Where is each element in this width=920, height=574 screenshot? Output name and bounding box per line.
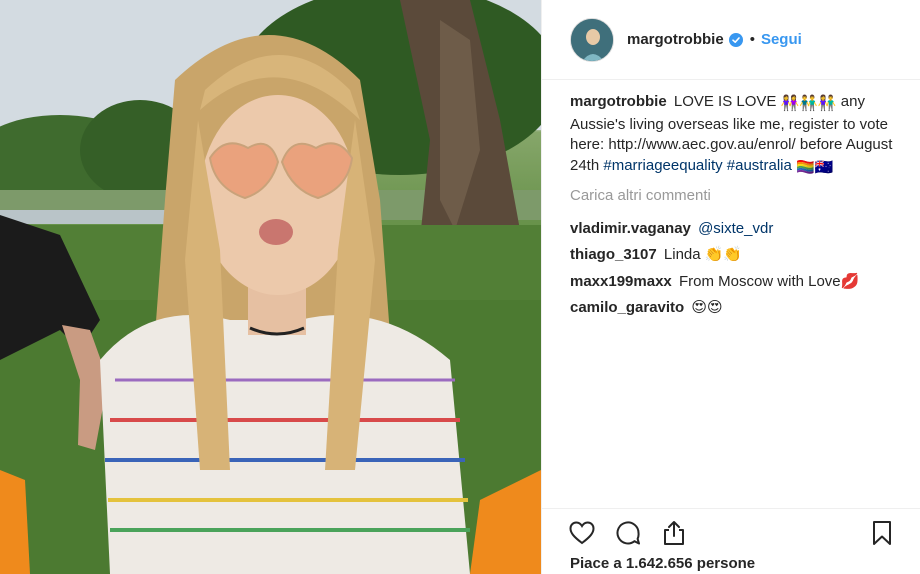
- comment-item: thiago_3107 Linda 👏👏: [570, 245, 900, 266]
- post-header: margotrobbie • Segui: [542, 0, 920, 80]
- comments-section: margotrobbie LOVE IS LOVE 👭👬👫 any Aussie…: [570, 92, 900, 325]
- like-button[interactable]: [568, 519, 596, 547]
- hashtag-link[interactable]: #australia: [727, 157, 792, 174]
- instagram-post: margotrobbie • Segui margotrobbie LOVE I…: [0, 0, 920, 574]
- likes-count[interactable]: Piace a 1.642.656 persone: [570, 555, 755, 572]
- bookmark-icon: [873, 521, 891, 545]
- comment-text: Linda 👏👏: [663, 246, 743, 263]
- post-side-panel: margotrobbie • Segui margotrobbie LOVE I…: [541, 0, 920, 574]
- post-photo[interactable]: [0, 0, 541, 574]
- photo-illustration: [0, 0, 541, 574]
- caption-emoji-couples: 👭👬👫: [780, 95, 837, 112]
- avatar[interactable]: [570, 17, 614, 62]
- avatar-image: [571, 18, 613, 61]
- hashtag-link[interactable]: #marriageequality: [603, 157, 722, 174]
- follow-button[interactable]: Segui: [761, 31, 802, 48]
- header-username[interactable]: margotrobbie: [627, 31, 724, 48]
- comment-item: camilo_garavito 😍😍: [570, 298, 900, 319]
- header-separator: •: [749, 31, 755, 48]
- comment-username[interactable]: maxx199maxx: [570, 273, 672, 290]
- verified-badge-icon: [728, 32, 743, 47]
- save-button[interactable]: [868, 519, 896, 547]
- caption-username[interactable]: margotrobbie: [570, 93, 667, 110]
- post-actions-bar: [542, 508, 920, 556]
- comment-item: vladimir.vaganay @sixte_vdr: [570, 219, 900, 240]
- comment-text[interactable]: @sixte_vdr: [698, 220, 773, 237]
- share-button[interactable]: [660, 519, 688, 547]
- caption-emoji-flags: 🏳️‍🌈🇦🇺: [796, 158, 834, 176]
- share-icon: [664, 521, 684, 545]
- comment-username[interactable]: vladimir.vaganay: [570, 220, 691, 237]
- comment-username[interactable]: thiago_3107: [570, 246, 657, 263]
- comment-icon: [616, 521, 640, 545]
- comment-text: From Moscow with Love💋: [678, 272, 860, 290]
- caption-text-part1: LOVE IS LOVE: [673, 93, 777, 110]
- comment-item: maxx199maxx From Moscow with Love💋: [570, 272, 900, 293]
- comment-text: 😍😍: [691, 299, 723, 316]
- heart-icon: [569, 521, 595, 545]
- load-more-comments-button[interactable]: Carica altri commenti: [570, 186, 900, 207]
- comment-username[interactable]: camilo_garavito: [570, 299, 684, 316]
- post-caption: margotrobbie LOVE IS LOVE 👭👬👫 any Aussie…: [570, 92, 900, 178]
- comment-button[interactable]: [614, 519, 642, 547]
